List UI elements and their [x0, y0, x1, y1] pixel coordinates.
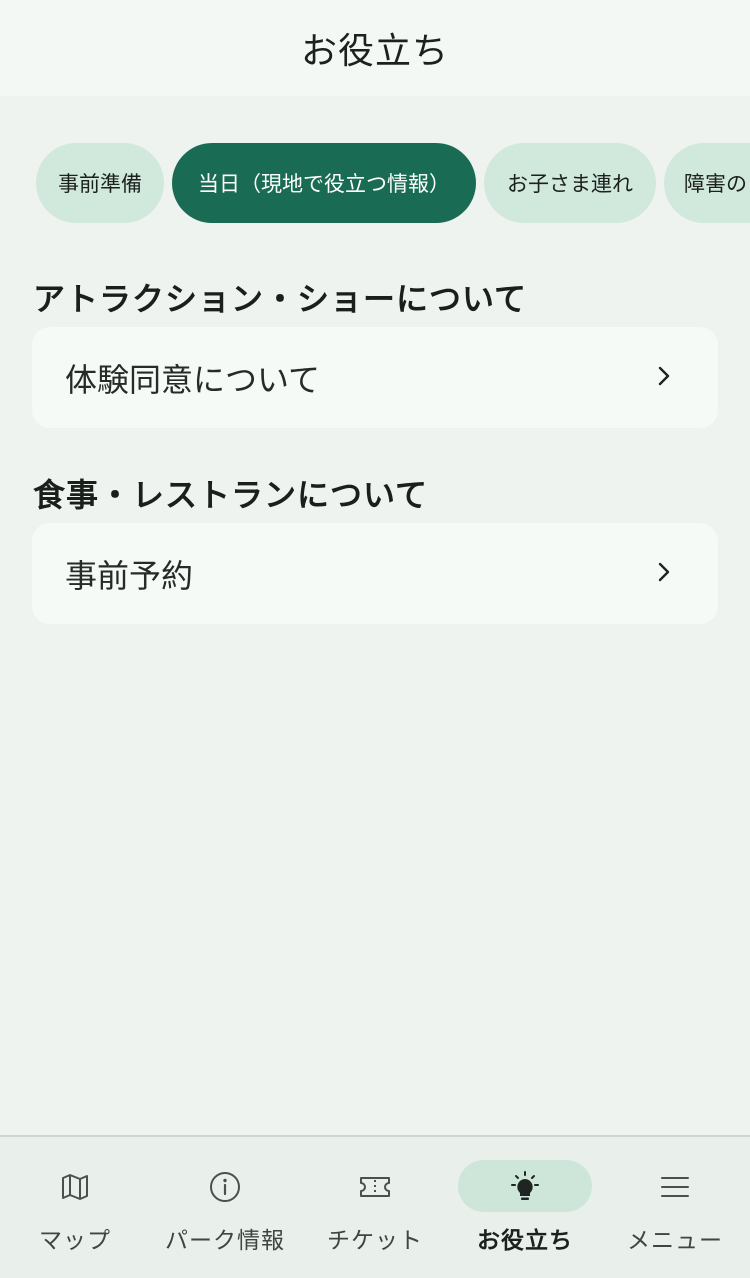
tab-map[interactable]: マップ — [0, 1137, 150, 1278]
list-item-advance-reservation[interactable]: 事前予約 — [32, 523, 718, 624]
list-item-experience-consent[interactable]: 体験同意について — [32, 327, 718, 428]
map-icon — [62, 1174, 88, 1200]
tab-menu[interactable]: メニュー — [600, 1137, 750, 1278]
lightbulb-icon — [511, 1171, 539, 1200]
list-item-label: 事前予約 — [65, 556, 194, 595]
list-item-label: 体験同意について — [65, 360, 321, 399]
bottom-tab-bar: マップ パーク情報 チケット お役立ち メニュー — [0, 1135, 750, 1278]
chip-label: 事前準備 — [58, 172, 142, 196]
chip-accessibility[interactable]: 障害の — [664, 143, 750, 223]
menu-icon — [661, 1177, 689, 1197]
tab-label: メニュー — [627, 1228, 723, 1254]
tab-park-info[interactable]: パーク情報 — [150, 1137, 300, 1278]
chip-label: お子さま連れ — [507, 172, 633, 196]
ticket-icon — [360, 1177, 390, 1197]
tab-ticket[interactable]: チケット — [300, 1137, 450, 1278]
chip-preparation[interactable]: 事前準備 — [36, 143, 164, 223]
category-chip-row[interactable]: 事前準備 当日（現地で役立つ情報） お子さま連れ 障害の — [36, 143, 750, 223]
tab-label: パーク情報 — [165, 1228, 285, 1254]
page-title: お役立ち — [300, 31, 449, 72]
chip-label: 当日（現地で役立つ情報） — [198, 172, 450, 196]
chevron-right-icon — [658, 366, 670, 386]
tab-useful-info[interactable]: お役立ち — [450, 1137, 600, 1278]
section-heading-attractions: アトラクション・ショーについて — [33, 280, 528, 318]
info-icon — [210, 1172, 240, 1202]
chip-with-children[interactable]: お子さま連れ — [484, 143, 656, 223]
chip-on-the-day[interactable]: 当日（現地で役立つ情報） — [172, 143, 476, 223]
chip-label: 障害の — [684, 172, 747, 196]
tab-label: お役立ち — [477, 1228, 573, 1254]
top-header: お役立ち — [0, 0, 750, 96]
tab-label: マップ — [39, 1228, 111, 1254]
tab-label: チケット — [327, 1228, 423, 1254]
section-heading-restaurants: 食事・レストランについて — [33, 476, 429, 514]
chevron-right-icon — [658, 562, 670, 582]
